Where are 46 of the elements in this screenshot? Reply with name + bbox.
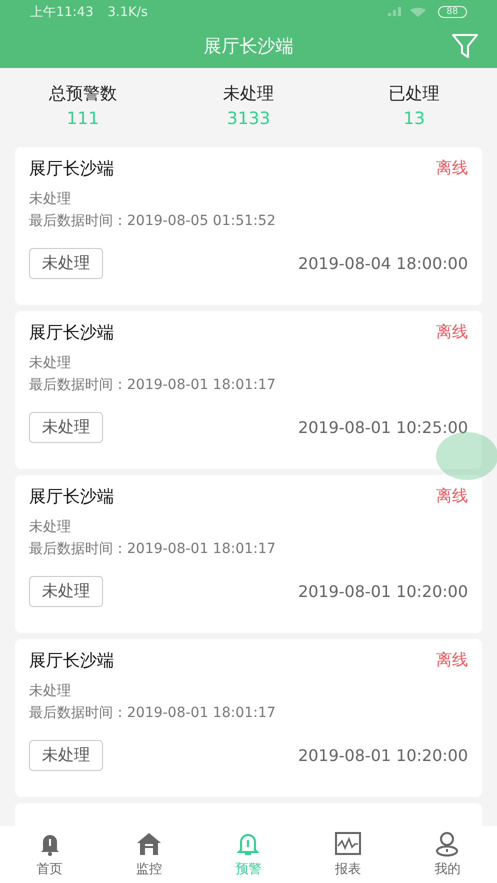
nav-tab[interactable]: 报表 [308, 826, 388, 883]
state-text: 未处理 [29, 518, 72, 536]
nav-tab[interactable]: 首页 [10, 826, 90, 883]
stat-label: 总预警数 [48, 83, 117, 105]
page-title: 展厅长沙端 [204, 35, 294, 58]
process-button[interactable]: 未处理 [29, 412, 103, 443]
process-button[interactable]: 未处理 [29, 576, 103, 607]
device-name: 展厅长沙端 [29, 650, 114, 672]
alert-time: 2019-08-01 10:20:00 [298, 746, 468, 765]
stat-value: 111 [66, 109, 100, 129]
last-data-time: 最后数据时间：2019-08-05 01:51:52 [29, 212, 277, 230]
stat-label: 已处理 [388, 83, 440, 105]
state-text: 未处理 [29, 190, 72, 208]
device-name: 展厅长沙端 [29, 322, 114, 344]
alert-card[interactable]: 展厅长沙端 离线 未处理 最后数据时间：2019-08-01 18:01:17 未处理 2019-08-01 10:20:00 [15, 639, 482, 797]
status-time: 上午11:43 [30, 4, 94, 21]
alert-time: 2019-08-04 18:00:00 [298, 254, 468, 273]
battery-level: 88 [438, 6, 467, 18]
last-data-time: 最后数据时间：2019-08-01 18:01:17 [29, 376, 277, 394]
alert-card[interactable]: 展厅长沙端 离线 未处理 最后数据时间：2019-08-01 18:01:17 未处理 2019-08-01 10:20:00 [15, 475, 482, 633]
state-text: 未处理 [29, 354, 72, 372]
stat-value: 13 [403, 109, 425, 129]
nav-tab[interactable]: 我的 [407, 826, 488, 883]
filter-button[interactable] [451, 32, 479, 60]
nav-tab[interactable]: 监控 [109, 826, 190, 883]
status-text: 离线 [436, 158, 468, 179]
network-speed: 3.1K/s [107, 4, 148, 20]
stat-label: 未处理 [223, 83, 274, 105]
stat-value: 3133 [226, 109, 270, 129]
device-name: 展厅长沙端 [29, 158, 114, 180]
last-data-time: 最后数据时间：2019-08-01 18:01:17 [29, 704, 277, 722]
floating-button[interactable] [436, 432, 497, 480]
process-button[interactable]: 未处理 [29, 740, 103, 771]
state-text: 未处理 [29, 682, 72, 700]
alert-card[interactable]: 展厅长沙端 离线 未处理 最后数据时间：2019-08-05 01:51:52 未处理 2019-08-04 18:00:00 [15, 147, 482, 305]
alert-card[interactable]: 展厅长沙端 离线 未处理 最后数据时间：2019-08-01 18:01:17 未处理 2019-08-01 10:25:00 [15, 311, 482, 469]
alert-time: 2019-08-01 10:25:00 [298, 418, 468, 437]
status-text: 离线 [436, 650, 468, 671]
alert-time: 2019-08-01 10:20:00 [298, 582, 468, 601]
chart-icon [334, 831, 362, 857]
status-text: 离线 [436, 486, 468, 507]
last-data-time: 最后数据时间：2019-08-01 18:01:17 [29, 540, 277, 558]
status-text: 离线 [436, 322, 468, 343]
process-button[interactable]: 未处理 [29, 248, 103, 279]
device-name: 展厅长沙端 [29, 486, 114, 508]
house-icon [135, 831, 164, 857]
